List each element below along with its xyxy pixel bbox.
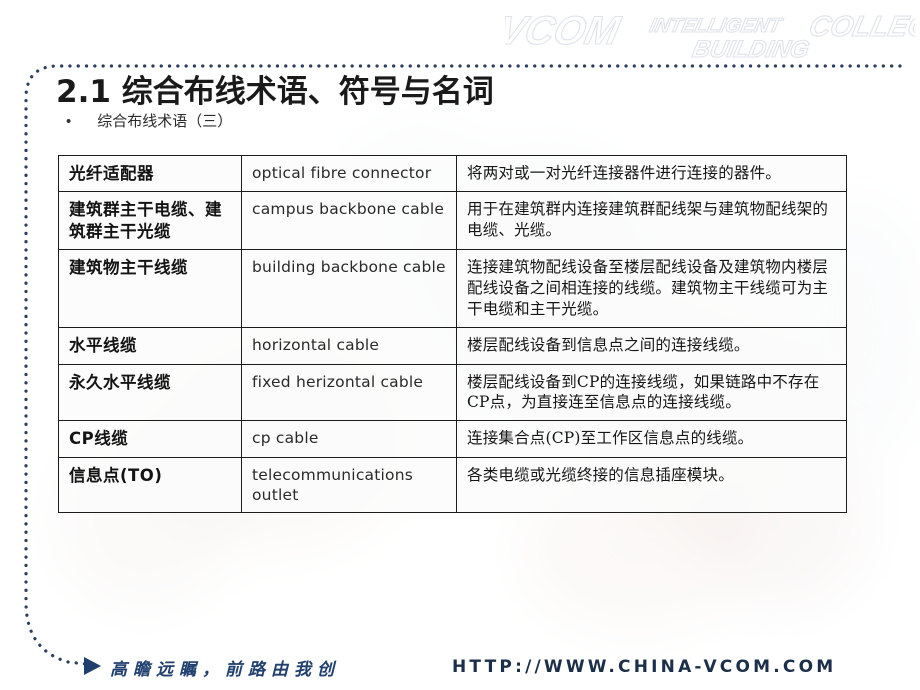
logo-word-intelligent: INTELLIGENT (648, 15, 785, 37)
term-en-cell: building backbone cable (241, 249, 457, 329)
presentation-slide: VCOM INTELLIGENT BUILDING COLLEGE 2.1 综合… (0, 0, 920, 690)
table-row: 建筑群主干电缆、建筑群主干光缆 campus backbone cable 用于… (58, 191, 847, 251)
term-cn-cell: CP线缆 (58, 420, 242, 458)
table-row: 信息点(TO) telecommunications outlet 各类电缆或光… (58, 456, 847, 514)
term-cn-cell: 光纤适配器 (58, 154, 242, 193)
vcom-logo-watermark: VCOM INTELLIGENT BUILDING COLLEGE (505, 2, 915, 64)
term-cn-cell: 建筑物主干线缆 (58, 249, 242, 329)
table-row: CP线缆 cp cable 连接集合点(CP)至工作区信息点的线缆。 (58, 420, 847, 458)
term-cn-cell: 建筑群主干电缆、建筑群主干光缆 (58, 191, 242, 251)
arrow-icon (84, 657, 101, 675)
table-row: 建筑物主干线缆 building backbone cable 连接建筑物配线设… (58, 249, 847, 329)
footer-url[interactable]: HTTP://WWW.CHINA-VCOM.COM (452, 657, 836, 677)
term-desc-cell: 用于在建筑群内连接建筑群配线架与建筑物配线架的电缆、光缆。 (456, 191, 847, 251)
term-cn-cell: 永久水平线缆 (58, 363, 242, 422)
subtitle-row: • 综合布线术语（三） (66, 110, 856, 131)
term-en-cell: campus backbone cable (241, 191, 457, 251)
page-subtitle: 综合布线术语（三） (97, 111, 233, 130)
header-block: 2.1 综合布线术语、符号与名词 • 综合布线术语（三） (56, 76, 856, 131)
logo-word-vcom: VCOM (505, 7, 625, 52)
term-desc-cell: 将两对或一对光纤连接器件进行连接的器件。 (456, 154, 847, 193)
term-en-cell: fixed herizontal cable (241, 363, 457, 422)
term-en-cell: telecommunications outlet (241, 456, 457, 514)
term-desc-cell: 楼层配线设备到CP的连接线缆，如果链路中不存在CP点，为直接连至信息点的连接线缆… (456, 363, 847, 422)
term-desc-cell: 连接建筑物配线设备至楼层配线设备及建筑物内楼层配线设备之间相连接的线缆。建筑物主… (456, 249, 847, 329)
bullet-icon: • (66, 112, 72, 130)
term-en-cell: cp cable (241, 420, 457, 458)
term-en-cell: optical fibre connector (241, 154, 457, 193)
table-body: 光纤适配器 optical fibre connector 将两对或一对光纤连接… (58, 154, 847, 514)
table-row: 水平线缆 horizontal cable 楼层配线设备到信息点之间的连接线缆。 (58, 327, 847, 365)
logo-word-building: BUILDING (690, 36, 812, 63)
table-row: 光纤适配器 optical fibre connector 将两对或一对光纤连接… (58, 154, 847, 193)
logo-word-college: COLLEGE (806, 10, 915, 43)
term-desc-cell: 连接集合点(CP)至工作区信息点的线缆。 (456, 420, 847, 458)
table-row: 永久水平线缆 fixed herizontal cable 楼层配线设备到CP的… (58, 363, 847, 422)
footer-slogan: 高瞻远瞩，前路由我创 (110, 660, 340, 680)
term-desc-cell: 楼层配线设备到信息点之间的连接线缆。 (456, 327, 847, 365)
term-desc-cell: 各类电缆或光缆终接的信息插座模块。 (456, 456, 847, 514)
page-title: 2.1 综合布线术语、符号与名词 (56, 74, 494, 110)
term-en-cell: horizontal cable (241, 327, 457, 365)
terminology-table: 光纤适配器 optical fibre connector 将两对或一对光纤连接… (58, 154, 847, 514)
term-cn-cell: 水平线缆 (58, 327, 242, 365)
term-cn-cell: 信息点(TO) (58, 456, 242, 514)
